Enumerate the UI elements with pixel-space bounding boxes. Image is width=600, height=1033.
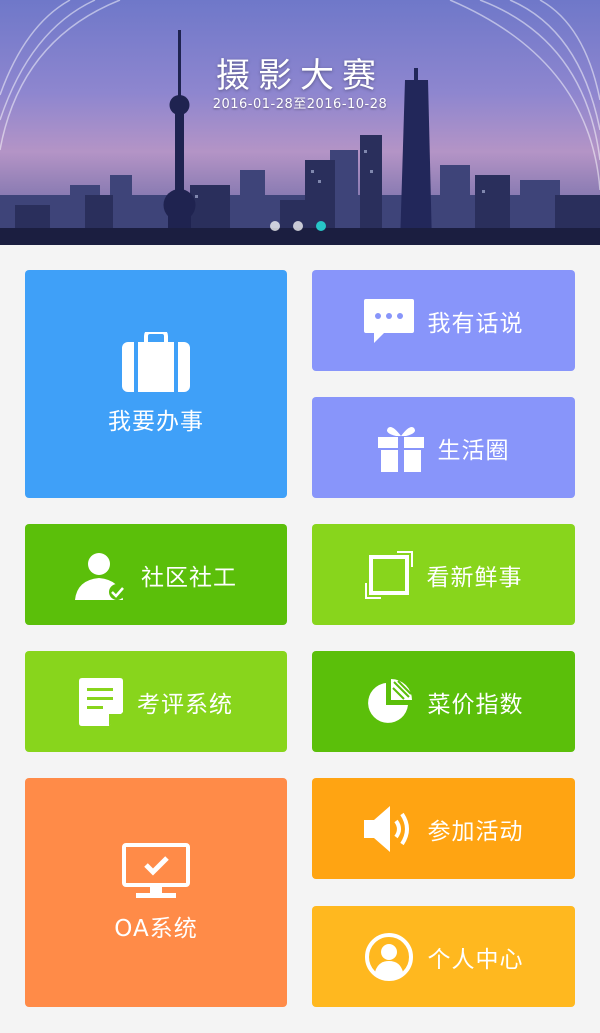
tile-kaoping[interactable]: 考评系统 [25,651,287,752]
chat-bubble-icon [363,298,414,343]
banner-date-range: 2016-01-28至2016-10-28 [212,97,388,112]
tile-caijia[interactable]: 菜价指数 [312,651,575,752]
carousel-dot[interactable] [270,221,280,231]
tile-huodong[interactable]: 参加活动 [312,778,575,879]
gift-icon [377,424,424,472]
banner-title: 摄影大赛 [216,56,384,96]
user-circle-icon [364,932,414,982]
tile-label: 考评系统 [137,691,233,718]
tile-banshi[interactable]: 我要办事 [25,270,287,498]
pie-chart-icon [364,677,414,727]
user-check-icon [75,550,127,600]
monitor-check-icon [122,842,190,903]
tile-label: 我有话说 [427,310,524,337]
carousel-indicator [270,221,326,231]
tile-shegong[interactable]: 社区社工 [25,524,287,625]
tile-label: 菜价指数 [427,691,524,718]
expand-icon [364,550,413,599]
city-skyline-image [0,0,600,245]
tile-label: 生活圈 [437,437,510,464]
carousel-dot[interactable] [293,221,303,231]
tile-label: 看新鲜事 [426,564,523,591]
carousel-dot-active[interactable] [316,221,326,231]
speaker-icon [363,804,414,854]
tile-label: 我要办事 [108,409,204,435]
tile-xinxianshi[interactable]: 看新鲜事 [312,524,575,625]
tile-label: 个人中心 [427,946,524,973]
banner-carousel[interactable]: 摄影大赛 2016-01-28至2016-10-28 [0,0,600,245]
tile-label: OA系统 [114,915,198,942]
tile-label: 参加活动 [427,818,524,845]
tile-geren[interactable]: 个人中心 [312,906,575,1007]
tile-huashuo[interactable]: 我有话说 [312,270,575,371]
tile-label: 社区社工 [141,564,237,591]
tile-oa[interactable]: OA系统 [25,778,287,1007]
document-icon [79,677,123,726]
briefcase-icon [122,330,190,396]
tile-shenghuo[interactable]: 生活圈 [312,397,575,498]
